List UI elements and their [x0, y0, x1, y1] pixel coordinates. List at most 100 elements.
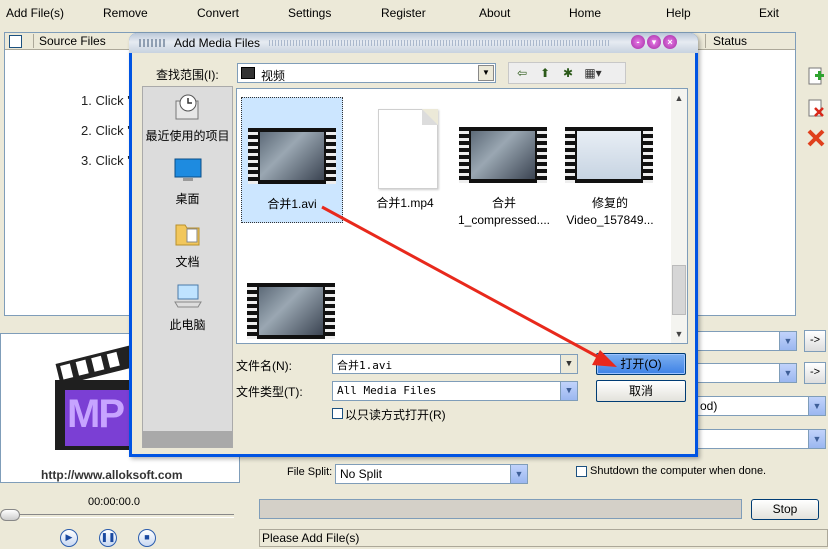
recent-items-icon [175, 94, 199, 120]
clear-list-icon[interactable] [806, 128, 826, 148]
seek-track[interactable] [2, 514, 234, 518]
file-item[interactable]: 合并 1_compressed.... [453, 97, 555, 227]
status-bar: Please Add File(s) [259, 529, 828, 547]
play-button[interactable]: ▶ [60, 529, 78, 547]
place-recent[interactable]: 最近使用的项目 [143, 89, 232, 149]
video-thumbnail-icon [459, 127, 547, 183]
add-file-icon[interactable] [806, 66, 826, 86]
scrollbar-thumb[interactable] [672, 265, 686, 315]
stop-button[interactable]: Stop [751, 499, 819, 520]
place-label: 此电脑 [169, 318, 206, 332]
menu-exit[interactable]: Exit [759, 6, 779, 20]
place-desktop[interactable]: 桌面 [143, 152, 232, 212]
video-thumbnail-icon [565, 127, 653, 183]
blank-document-icon [378, 109, 438, 189]
menu-register[interactable]: Register [381, 6, 426, 20]
read-only-label: 以只读方式打开(R) [345, 408, 446, 422]
places-bar: 最近使用的项目 桌面 文档 此电脑 [142, 86, 233, 448]
new-folder-icon[interactable]: ✱ [559, 65, 577, 81]
back-icon[interactable]: ⇦ [513, 65, 531, 81]
menu-home[interactable]: Home [569, 6, 601, 20]
output-go-button[interactable]: -> [804, 362, 826, 384]
file-name: 合并1.avi [267, 197, 317, 211]
header-status[interactable]: Status [713, 34, 747, 48]
close-icon[interactable]: × [663, 35, 677, 49]
menu-bar: Add File(s) Remove Convert Settings Regi… [0, 0, 828, 28]
select-all-checkbox[interactable] [9, 35, 22, 48]
stop-playback-button[interactable]: ■ [138, 529, 156, 547]
open-button[interactable]: 打开(O) [596, 353, 686, 375]
file-name: 修复的 Video_157849... [566, 196, 654, 227]
menu-add-files[interactable]: Add File(s) [6, 6, 64, 20]
view-menu-icon[interactable]: ▦▾ [584, 65, 602, 81]
up-folder-icon[interactable]: ⬆ [536, 65, 554, 81]
place-documents[interactable]: 文档 [143, 215, 232, 275]
menu-about[interactable]: About [479, 6, 510, 20]
file-type-label: 文件类型(T): [236, 385, 303, 399]
dialog-title-bar[interactable]: Add Media Files - ▾ × [129, 33, 698, 53]
file-name: 合并 1_compressed.... [457, 196, 551, 227]
minimize-icon[interactable]: - [631, 35, 645, 49]
progress-bar [259, 499, 742, 519]
file-item[interactable] [241, 253, 343, 343]
title-stripe [269, 40, 609, 46]
menu-help[interactable]: Help [666, 6, 691, 20]
look-in-select[interactable]: 视频 ▼ [237, 63, 496, 83]
scroll-up-icon[interactable]: ▲ [673, 93, 685, 103]
menu-remove[interactable]: Remove [103, 6, 148, 20]
output-combo[interactable]: ▼ [695, 363, 797, 383]
navigation-toolbar: ⇦ ⬆ ✱ ▦▾ [508, 62, 626, 84]
profile-combo[interactable]: ▼ [695, 331, 797, 351]
dialog-title: Add Media Files [174, 36, 261, 50]
header-separator [705, 34, 706, 48]
file-item[interactable]: 合并1.avi [241, 97, 343, 223]
place-label: 最近使用的项目 [145, 129, 230, 143]
extra-combo[interactable]: ▼ [695, 429, 826, 449]
read-only-checkbox[interactable] [332, 408, 343, 419]
file-browser[interactable]: 合并1.avi 合并1.mp4 合并 1_compressed.... 修复的 … [236, 88, 688, 344]
instruction-step-1: 1. Click ' [81, 93, 130, 108]
scroll-down-icon[interactable]: ▼ [673, 329, 685, 339]
file-item[interactable]: 合并1.mp4 [354, 97, 456, 223]
side-toolbar [802, 60, 828, 320]
maximize-icon[interactable]: ▾ [647, 35, 661, 49]
vertical-scrollbar[interactable]: ▲ ▼ [671, 89, 687, 343]
shutdown-label: Shutdown the computer when done. [590, 465, 767, 477]
chevron-down-icon: ▼ [808, 397, 825, 415]
menu-convert[interactable]: Convert [197, 6, 239, 20]
chevron-down-icon: ▼ [808, 430, 825, 448]
file-name: 合并1.mp4 [376, 196, 434, 210]
look-in-label: 查找范围(I): [156, 68, 219, 82]
remove-file-icon[interactable] [806, 98, 826, 118]
pause-button[interactable]: ❚❚ [99, 529, 117, 547]
header-source-files[interactable]: Source Files [39, 34, 106, 48]
stop-icon: ■ [144, 532, 150, 542]
file-split-value: No Split [340, 467, 383, 481]
add-media-files-dialog: Add Media Files - ▾ × 查找范围(I): 视频 ▼ ⇦ ⬆ … [129, 33, 698, 457]
seek-slider-handle[interactable] [0, 509, 20, 521]
computer-icon [174, 284, 202, 308]
pause-icon: ❚❚ [100, 532, 116, 542]
cancel-button[interactable]: 取消 [596, 380, 686, 402]
mode-combo[interactable]: od) ▼ [695, 396, 826, 416]
file-type-select[interactable]: All Media Files ▼ [332, 381, 578, 401]
file-name-input[interactable]: 合并1.avi ▼ [332, 354, 578, 374]
file-name-label: 文件名(N): [236, 359, 292, 373]
file-split-select[interactable]: No Split ▼ [335, 464, 528, 484]
grip-icon [139, 39, 165, 47]
menu-settings[interactable]: Settings [288, 6, 331, 20]
chevron-down-icon: ▼ [779, 332, 796, 350]
video-thumbnail-icon [247, 283, 335, 339]
place-label: 桌面 [175, 192, 200, 206]
website-url[interactable]: http://www.alloksoft.com [41, 468, 183, 482]
instruction-step-3: 3. Click ' [81, 153, 130, 168]
place-this-pc[interactable]: 此电脑 [143, 278, 232, 338]
playback-time: 00:00:00.0 [88, 496, 140, 508]
profile-go-button[interactable]: -> [804, 330, 826, 352]
chevron-down-icon: ▼ [560, 355, 577, 373]
place-label: 文档 [175, 255, 200, 269]
file-item[interactable]: 修复的 Video_157849... [559, 97, 661, 227]
desktop-icon [174, 158, 202, 181]
shutdown-checkbox[interactable] [576, 466, 587, 477]
places-footer [143, 431, 232, 447]
